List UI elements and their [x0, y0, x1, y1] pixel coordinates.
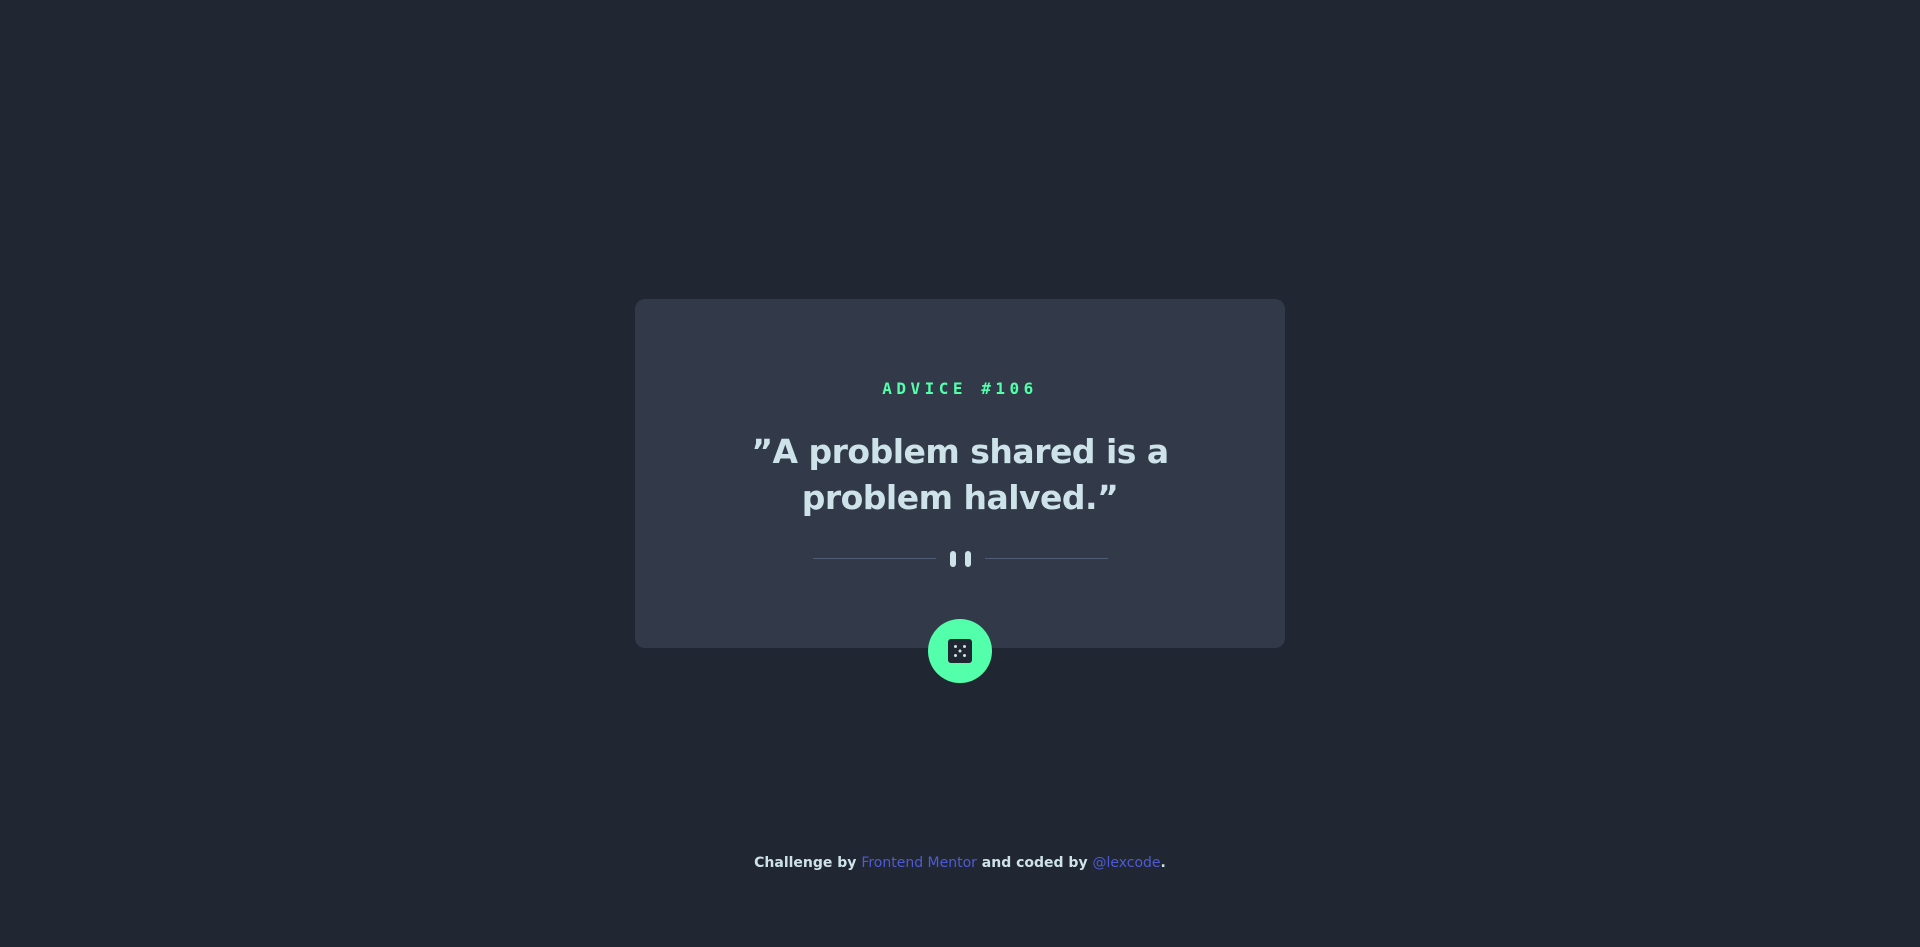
page: ADVICE #106 ”A problem shared is a probl… [0, 0, 1920, 947]
divider-line-left [813, 558, 936, 559]
pause-icon [950, 551, 971, 567]
new-advice-button[interactable] [928, 619, 992, 683]
attribution-prefix: Challenge by [754, 855, 857, 871]
advice-card: ADVICE #106 ”A problem shared is a probl… [635, 299, 1285, 648]
author-link[interactable]: @lexcode [1092, 855, 1160, 871]
advice-quote: ”A problem shared is a problem halved.” [751, 432, 1169, 517]
attribution-middle: and coded by [981, 855, 1088, 871]
attribution: Challenge by Frontend Mentor and coded b… [0, 853, 1920, 873]
advice-number: ADVICE #106 [882, 379, 1038, 398]
divider [813, 551, 1108, 567]
attribution-suffix: . [1160, 855, 1166, 871]
divider-line-right [985, 558, 1108, 559]
dice-icon [948, 639, 972, 663]
frontend-mentor-link[interactable]: Frontend Mentor [861, 855, 977, 871]
